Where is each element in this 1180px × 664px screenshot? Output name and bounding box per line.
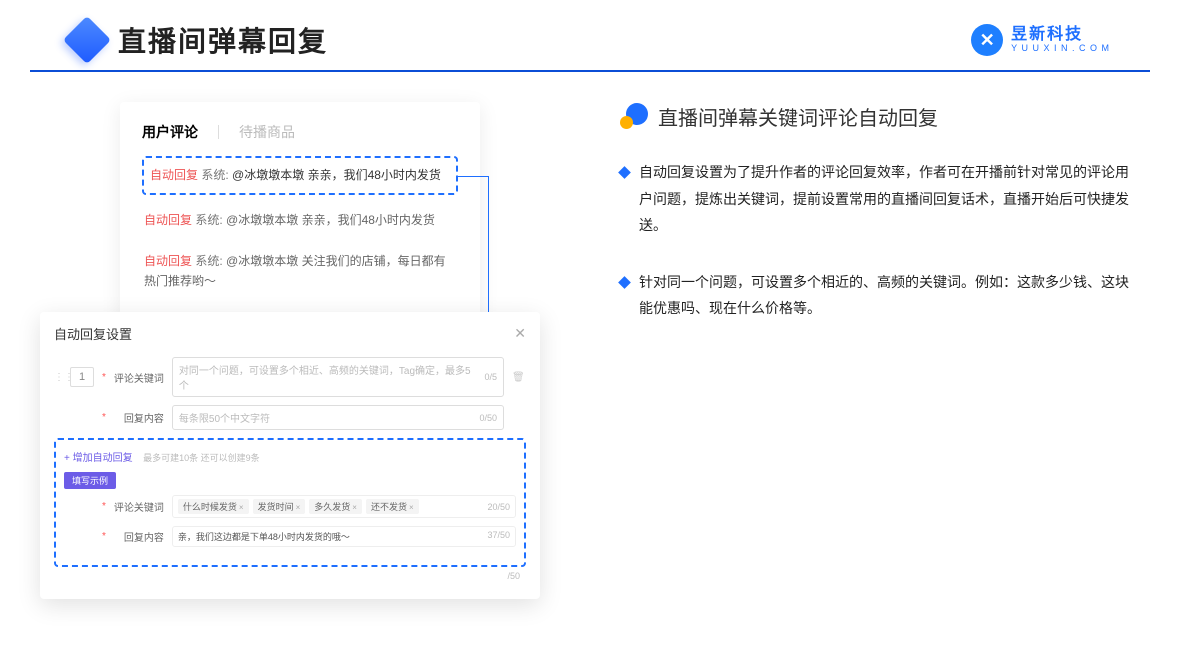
section-head: 直播间弹幕关键词评论自动回复 — [620, 102, 1140, 131]
auto-reply-tag: 自动回复 — [144, 254, 192, 268]
trash-icon[interactable]: 🗑 — [512, 372, 526, 383]
keyword-tags-input[interactable]: 什么时候发货× 发货时间× 多久发货× 还不发货× 20/50 — [172, 495, 516, 518]
comment-text: @冰墩墩本墩 亲亲，我们48小时内发货 — [232, 168, 441, 182]
left-column: 用户评论 待播商品 自动回复 系统: @冰墩墩本墩 亲亲，我们48小时内发货 自… — [40, 102, 560, 367]
brand-icon: ✕ — [971, 24, 1003, 56]
comment-text: @冰墩墩本墩 亲亲，我们48小时内发货 — [226, 213, 435, 227]
diamond-icon — [618, 166, 631, 179]
tab-user-comments[interactable]: 用户评论 — [142, 122, 198, 142]
auto-reply-tag: 自动回复 — [150, 168, 198, 182]
form-row-content: * 回复内容 每条限50个中文字符 0/50 — [54, 405, 526, 430]
char-count: 20/50 — [487, 502, 510, 512]
keyword-label: 评论关键词 — [114, 370, 164, 385]
tab-pending-goods[interactable]: 待播商品 — [239, 122, 295, 142]
tag-chip[interactable]: 还不发货× — [366, 499, 419, 514]
tab-divider — [218, 125, 219, 139]
add-hint: 最多可建10条 还可以创建9条 — [143, 453, 260, 463]
required-mark: * — [102, 412, 106, 423]
example-badge: 填写示例 — [64, 472, 116, 489]
content-label: 回复内容 — [114, 529, 164, 544]
example-section: + 增加自动回复 最多可建10条 还可以创建9条 填写示例 * 评论关键词 什么… — [54, 438, 526, 567]
tag-chip[interactable]: 多久发货× — [309, 499, 362, 514]
comment-row: 自动回复 系统: @冰墩墩本墩 关注我们的店铺，每日都有热门推荐哟～ — [142, 246, 458, 296]
bullet-item: 自动回复设置为了提升作者的评论回复效率，作者可在开播前针对常见的评论用户问题，提… — [620, 159, 1140, 239]
add-auto-reply-link[interactable]: + 增加自动回复 — [64, 453, 133, 464]
required-mark: * — [102, 531, 106, 542]
connector-line — [456, 176, 488, 177]
drag-handle-icon[interactable]: ⋮⋮ — [54, 372, 62, 383]
modal-title: 自动回复设置 — [54, 324, 132, 343]
page-header: 直播间弹幕回复 ✕ 昱新科技 Y U U X I N . C O M — [30, 0, 1150, 72]
brand-name: 昱新科技 — [1011, 26, 1110, 44]
required-mark: * — [102, 372, 106, 383]
brand-url: Y U U X I N . C O M — [1011, 44, 1110, 54]
chat-bubble-icon — [620, 103, 648, 131]
auto-reply-tag: 自动回复 — [144, 213, 192, 227]
content-filled-input[interactable]: 亲，我们这边都是下单48小时内发货的哦～ 37/50 — [172, 526, 516, 547]
example-keyword-row: * 评论关键词 什么时候发货× 发货时间× 多久发货× 还不发货× 20/50 — [64, 495, 516, 518]
bullet-text: 针对同一个问题，可设置多个相近的、高频的关键词。例如：这款多少钱、这块能优惠吗、… — [639, 269, 1140, 322]
char-count: 0/5 — [484, 372, 497, 382]
right-column: 直播间弹幕关键词评论自动回复 自动回复设置为了提升作者的评论回复效率，作者可在开… — [620, 102, 1140, 367]
char-count: 37/50 — [487, 530, 510, 543]
tag-chip[interactable]: 发货时间× — [253, 499, 306, 514]
tag-chip[interactable]: 什么时候发货× — [178, 499, 249, 514]
content-label: 回复内容 — [114, 410, 164, 425]
close-icon[interactable]: ✕ — [514, 325, 526, 342]
index-box: 1 — [70, 367, 94, 387]
diamond-icon — [618, 276, 631, 289]
bullet-item: 针对同一个问题，可设置多个相近的、高频的关键词。例如：这款多少钱、这块能优惠吗、… — [620, 269, 1140, 322]
comment-row-highlight: 自动回复 系统: @冰墩墩本墩 亲亲，我们48小时内发货 — [142, 156, 458, 195]
section-title: 直播间弹幕关键词评论自动回复 — [658, 102, 938, 131]
system-label: 系统: — [201, 168, 228, 182]
example-content-row: * 回复内容 亲，我们这边都是下单48小时内发货的哦～ 37/50 — [64, 526, 516, 547]
placeholder: 每条限50个中文字符 — [179, 410, 270, 425]
header-left: 直播间弹幕回复 — [70, 20, 328, 60]
system-label: 系统: — [195, 213, 222, 227]
example-content-text: 亲，我们这边都是下单48小时内发货的哦～ — [178, 530, 350, 543]
logo-cube-icon — [63, 16, 111, 64]
comment-row: 自动回复 系统: @冰墩墩本墩 亲亲，我们48小时内发货 — [142, 205, 458, 236]
bullet-text: 自动回复设置为了提升作者的评论回复效率，作者可在开播前针对常见的评论用户问题，提… — [639, 159, 1140, 239]
keyword-input[interactable]: 对同一个问题，可设置多个相近、高频的关键词，Tag确定，最多5个 0/5 — [172, 357, 504, 397]
brand-glyph: ✕ — [980, 30, 995, 51]
content-input[interactable]: 每条限50个中文字符 0/50 — [172, 405, 504, 430]
brand-block: ✕ 昱新科技 Y U U X I N . C O M — [971, 24, 1110, 56]
auto-reply-settings-modal: 自动回复设置 ✕ ⋮⋮ 1 * 评论关键词 对同一个问题，可设置多个相近、高频的… — [40, 312, 540, 599]
char-count: 0/50 — [479, 413, 497, 423]
form-row-keyword: ⋮⋮ 1 * 评论关键词 对同一个问题，可设置多个相近、高频的关键词，Tag确定… — [54, 357, 526, 397]
keyword-label: 评论关键词 — [114, 499, 164, 514]
page-title: 直播间弹幕回复 — [118, 20, 328, 60]
system-label: 系统: — [195, 254, 222, 268]
required-mark: * — [102, 501, 106, 512]
placeholder: 对同一个问题，可设置多个相近、高频的关键词，Tag确定，最多5个 — [179, 362, 479, 392]
comment-tabs: 用户评论 待播商品 — [142, 122, 458, 142]
trailing-count: /50 — [507, 571, 520, 581]
